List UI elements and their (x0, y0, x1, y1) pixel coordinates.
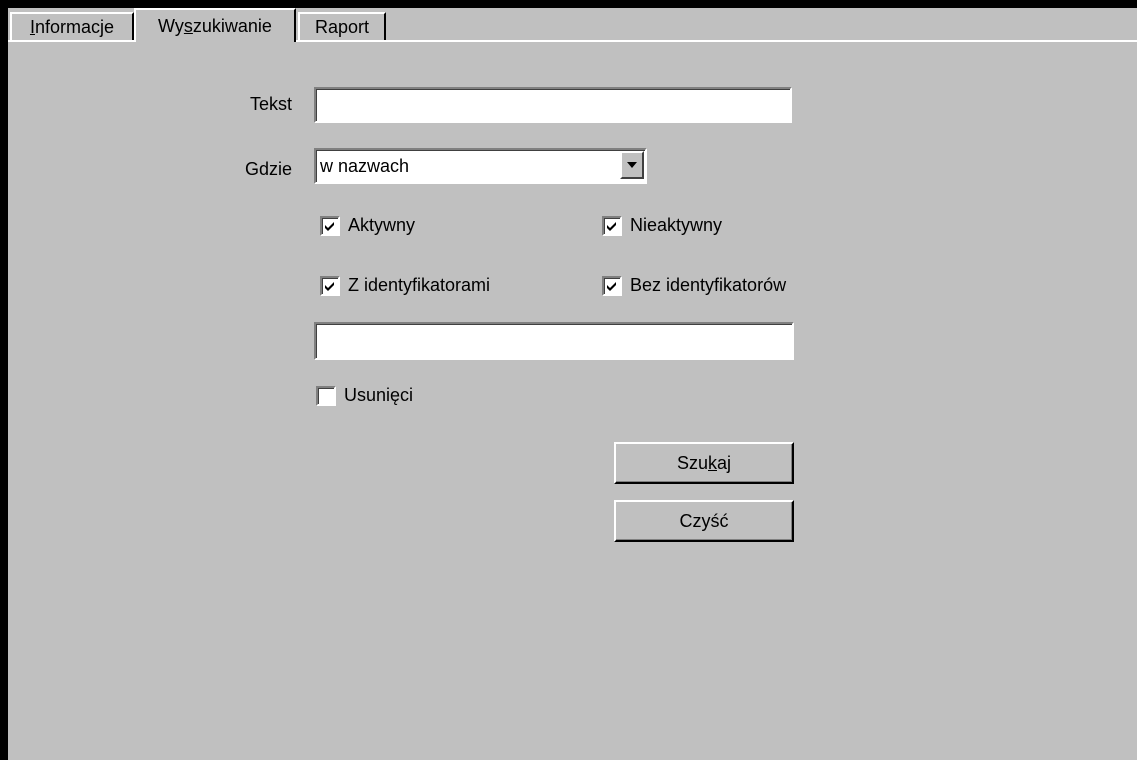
where-select[interactable]: w nazwach (314, 148, 647, 184)
checkbox-box[interactable] (602, 215, 622, 236)
checkmark-icon (325, 221, 334, 231)
tab-raport[interactable]: Raport (298, 12, 386, 40)
where-label: Gdzie (244, 159, 292, 179)
checkmark-icon (607, 221, 616, 231)
active-label: Aktywny (348, 215, 416, 235)
tab-label: Informacje (29, 16, 115, 37)
inactive-label: Nieaktywny (630, 215, 723, 235)
triangle-down-icon[interactable] (620, 151, 644, 179)
tab-informacje[interactable]: Informacje (10, 12, 134, 40)
checkbox-box[interactable] (316, 385, 336, 406)
tab-label: Wyszukiwanie (158, 15, 272, 36)
where-selected-value: w nazwach (320, 156, 410, 176)
without-ids-label: Bez identyfikatorów (630, 275, 787, 295)
checkmark-icon (325, 281, 334, 291)
clear-button[interactable]: Czyść (614, 500, 794, 542)
active-checkbox[interactable]: Aktywny (320, 215, 415, 236)
checkbox-box[interactable] (602, 275, 622, 296)
tab-label: Raport (314, 16, 370, 37)
deleted-checkbox[interactable]: Usunięci (316, 385, 413, 406)
deleted-label: Usunięci (344, 385, 414, 405)
secondary-input[interactable] (314, 322, 794, 360)
search-button[interactable]: Szu k aj (614, 442, 794, 484)
checkmark-icon (607, 281, 616, 291)
checkbox-box[interactable] (320, 215, 340, 236)
checkbox-box[interactable] (320, 275, 340, 296)
text-input[interactable] (314, 87, 792, 123)
inactive-checkbox[interactable]: Nieaktywny (602, 215, 722, 236)
search-window: Informacje Wyszukiwanie Raport Tekst Gdz… (8, 8, 1137, 760)
without-ids-checkbox[interactable]: Bez identyfikatorów (602, 275, 786, 296)
with-ids-checkbox[interactable]: Z identyfikatorami (320, 275, 490, 296)
with-ids-label: Z identyfikatorami (348, 275, 491, 295)
tab-wyszukiwanie[interactable]: Wyszukiwanie (134, 8, 296, 42)
text-label: Tekst (249, 94, 292, 114)
